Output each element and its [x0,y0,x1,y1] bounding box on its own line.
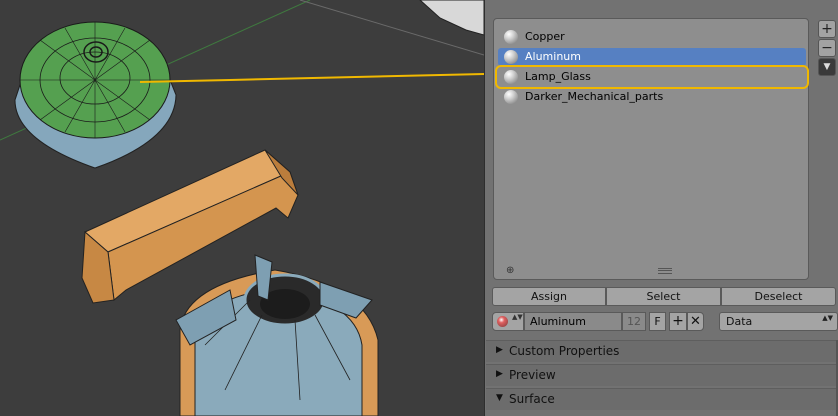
material-slot-label: Aluminum [525,50,581,63]
new-material-icon[interactable]: + [669,312,687,331]
lamp-body-partial [419,0,484,36]
collapsed-arrow-icon: ▶ [496,345,503,355]
callout-line-b [229,73,484,81]
link-dropdown[interactable]: Data ▲▼ [719,312,838,331]
material-slot-label: Darker_Mechanical_parts [525,90,664,103]
glass-dome-object [14,21,177,169]
material-slot-label: Copper [525,30,565,43]
remove-slot-button[interactable]: − [818,39,836,57]
lamp-base-object [175,254,379,416]
material-slot-label: Lamp_Glass [525,70,591,83]
assign-button[interactable]: Assign [492,287,606,306]
add-slot-button[interactable]: + [818,20,836,38]
material-datablock-row: ▲▼ Aluminum 12 F + ✕ Data ▲▼ [492,312,838,332]
resize-grip-icon[interactable] [658,268,672,274]
3d-viewport[interactable] [0,0,484,416]
section-label: Surface [509,392,555,406]
preview-section[interactable]: ▶ Preview [486,364,838,386]
browse-material-button[interactable]: ▲▼ [492,312,524,331]
properties-panel: Copper Aluminum Lamp_Glass Darker_Mechan… [484,0,838,416]
material-slot-list[interactable]: Copper Aluminum Lamp_Glass Darker_Mechan… [493,18,809,280]
material-sphere-icon [504,90,518,104]
material-sphere-icon [504,70,518,84]
custom-properties-section[interactable]: ▶ Custom Properties [486,340,838,362]
material-sphere-icon [504,50,518,64]
section-label: Custom Properties [509,344,620,358]
surface-section[interactable]: ▼ Surface [486,388,838,410]
select-button[interactable]: Select [606,287,721,306]
viewport-scene [0,0,484,416]
specials-menu-button[interactable]: ▼ [818,58,836,76]
collapsed-arrow-icon: ▶ [496,369,503,379]
up-down-arrows-icon: ▲▼ [822,314,833,322]
material-slot-item[interactable]: Darker_Mechanical_parts [498,88,806,106]
material-sphere-icon [504,30,518,44]
material-preview-icon [497,316,508,327]
up-down-arrows-icon: ▲▼ [512,313,523,321]
material-slot-item[interactable]: Lamp_Glass [495,65,809,89]
assign-row: Assign Select Deselect [492,287,836,306]
material-slot-item[interactable]: Copper [498,28,806,46]
material-name-field[interactable]: Aluminum [524,312,622,331]
material-slot-item[interactable]: Aluminum [498,48,806,66]
link-dropdown-value: Data [726,315,753,328]
section-label: Preview [509,368,556,382]
add-small-icon[interactable]: ⊕ [506,266,516,276]
user-count: 12 [622,312,646,331]
deselect-button[interactable]: Deselect [721,287,836,306]
fake-user-button[interactable]: F [649,312,666,331]
expanded-arrow-icon: ▼ [496,393,503,403]
unlink-icon[interactable]: ✕ [687,312,704,331]
